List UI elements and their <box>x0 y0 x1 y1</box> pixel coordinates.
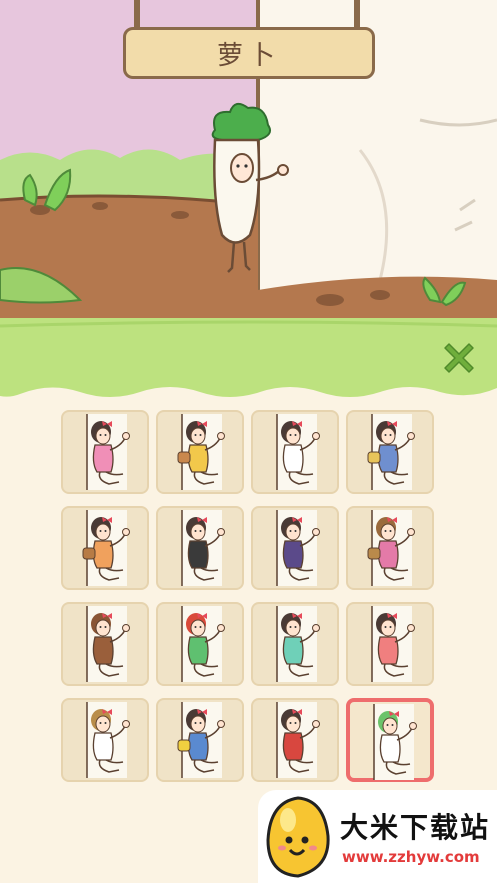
costume-figure-teal-dress <box>276 606 320 682</box>
costume-slot-red-qipao[interactable] <box>251 698 339 782</box>
watermark-banner: 大米下载站 www.zzhyw.com <box>258 790 497 883</box>
costume-slot-teal-dress[interactable] <box>251 602 339 686</box>
close-button[interactable] <box>436 335 482 381</box>
costume-slot-farmer-with-basket[interactable] <box>346 506 434 590</box>
location-sign: 萝卜 <box>123 27 375 79</box>
costume-slot-pink-dress[interactable] <box>61 410 149 494</box>
costume-figure-monkey-costume <box>86 606 130 682</box>
costume-slot-blue-dress-purse[interactable] <box>346 410 434 494</box>
costume-figure-green-dress-beret <box>181 606 225 682</box>
costume-figure-blue-dress-purse <box>367 414 415 490</box>
costume-slot-pink-qipao[interactable] <box>346 602 434 686</box>
game-scene: 萝卜 <box>0 0 497 330</box>
costume-slot-purple-ninja[interactable] <box>251 506 339 590</box>
costume-slot-orange-dress-basket[interactable] <box>61 506 149 590</box>
mascot-logo <box>266 796 330 878</box>
costume-slot-radish-costume[interactable] <box>346 698 434 782</box>
costume-figure-black-outfit-glasses <box>181 510 225 586</box>
costume-slot-black-outfit-glasses[interactable] <box>156 506 244 590</box>
location-title: 萝卜 <box>216 40 281 71</box>
costume-figure-pink-qipao <box>371 606 415 682</box>
costume-figure-red-qipao <box>276 702 320 778</box>
watermark-title: 大米下载站 <box>340 811 491 844</box>
watermark-url: www.zzhyw.com <box>342 848 480 866</box>
costume-figure-orange-dress-basket <box>82 510 130 586</box>
costume-figure-yellow-dress-backpack <box>177 414 225 490</box>
costume-slot-white-shirt-shorts[interactable] <box>251 410 339 494</box>
costume-slot-monkey-costume[interactable] <box>61 602 149 686</box>
costume-slot-yellow-dress-backpack[interactable] <box>156 410 244 494</box>
costume-slot-blue-swimsuit-pineapple[interactable] <box>156 698 244 782</box>
costume-figure-white-dress-sunhat <box>86 702 130 778</box>
costume-figure-white-shirt-shorts <box>276 414 320 490</box>
costume-figure-purple-ninja <box>276 510 320 586</box>
costume-figure-farmer-with-basket <box>367 510 415 586</box>
costume-slot-green-dress-beret[interactable] <box>156 602 244 686</box>
costume-figure-radish-costume <box>373 704 417 780</box>
costume-figure-pink-dress <box>86 414 130 490</box>
close-icon <box>444 343 474 373</box>
costume-slot-white-dress-sunhat[interactable] <box>61 698 149 782</box>
costume-figure-blue-swimsuit-pineapple <box>177 702 225 778</box>
